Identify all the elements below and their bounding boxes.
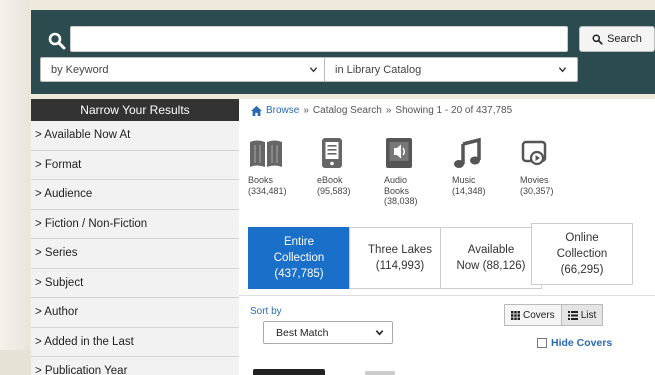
format-books-label: Books bbox=[248, 175, 274, 185]
sidebar-item-publication-year[interactable]: > Publication Year bbox=[31, 357, 239, 375]
tab-entire-line1: Entire bbox=[283, 236, 315, 248]
hide-covers-label: Hide Covers bbox=[551, 337, 613, 349]
music-icon bbox=[454, 137, 481, 168]
chevron-down-icon bbox=[558, 67, 567, 73]
format-movies-label: Movies bbox=[520, 175, 549, 185]
covers-view-label: Covers bbox=[523, 309, 555, 321]
tab-online-line3: (66,295) bbox=[560, 264, 604, 276]
breadcrumb-separator: » bbox=[303, 105, 309, 116]
list-view-button[interactable]: List bbox=[561, 304, 604, 326]
tab-online-collection[interactable]: Online Collection (66,295) bbox=[531, 223, 633, 285]
sidebar-item-audience[interactable]: > Audience bbox=[31, 180, 239, 210]
list-icon bbox=[567, 310, 578, 320]
home-icon bbox=[251, 105, 262, 116]
tab-available-line1: Available bbox=[467, 244, 515, 256]
format-audio-books-label: Audio Books bbox=[384, 175, 410, 196]
format-movies-count: (30,357) bbox=[520, 185, 554, 196]
result-cover-thumbnail bbox=[253, 369, 325, 375]
format-movies[interactable]: Movies (30,357) bbox=[520, 137, 580, 196]
sidebar-title: Narrow Your Results bbox=[31, 99, 239, 121]
tab-entire-line3: (437,785) bbox=[274, 268, 324, 280]
breadcrumb-browse-link[interactable]: Browse bbox=[266, 105, 299, 116]
left-margin-bottom bbox=[0, 350, 31, 375]
sort-select[interactable]: Best Match bbox=[263, 321, 393, 344]
search-button-label: Search bbox=[607, 33, 642, 45]
format-audio-books-count: (38,038) bbox=[384, 196, 418, 206]
tab-three-lakes-line2: (114,993) bbox=[375, 260, 425, 272]
sidebar-item-fiction-nonfiction[interactable]: > Fiction / Non-Fiction bbox=[31, 210, 239, 239]
search-button[interactable]: Search bbox=[579, 26, 655, 52]
format-filters: Books (334,481) eBook (95,583) Audio Boo… bbox=[239, 137, 655, 217]
movie-icon bbox=[521, 140, 547, 166]
sort-by-label: Sort by bbox=[250, 306, 282, 317]
search-input[interactable] bbox=[70, 26, 568, 52]
keyword-type-select[interactable]: by Keyword bbox=[40, 57, 329, 82]
keyword-type-value: by Keyword bbox=[51, 63, 109, 76]
tab-three-lakes[interactable]: Three Lakes (114,993) bbox=[349, 227, 451, 289]
tab-entire-collection[interactable]: Entire Collection (437,785) bbox=[248, 227, 350, 289]
results-count: Showing 1 - 20 of 437,785 bbox=[395, 105, 513, 116]
ebook-icon bbox=[322, 138, 342, 168]
tab-entire-line2: Collection bbox=[273, 252, 325, 264]
result-stub bbox=[365, 371, 395, 375]
breadcrumb-search[interactable]: Catalog Search bbox=[313, 105, 382, 116]
sidebar-item-author[interactable]: > Author bbox=[31, 298, 239, 328]
format-ebook-count: (95,583) bbox=[317, 185, 351, 196]
chevron-down-icon bbox=[309, 67, 318, 73]
format-ebook-label: eBook bbox=[317, 175, 343, 185]
hide-covers-checkbox[interactable] bbox=[537, 338, 547, 348]
format-books[interactable]: Books (334,481) bbox=[248, 137, 308, 196]
breadcrumb: Browse » Catalog Search » Showing 1 - 20… bbox=[251, 105, 512, 116]
results-main: Browse » Catalog Search » Showing 1 - 20… bbox=[239, 99, 655, 375]
catalog-page: Search by Keyword in Library Catalog Nar… bbox=[0, 0, 655, 375]
chevron-down-icon bbox=[375, 330, 384, 336]
sidebar-item-format[interactable]: > Format bbox=[31, 151, 239, 180]
grid-icon bbox=[511, 310, 520, 320]
sidebar-item-added-in-last[interactable]: > Added in the Last bbox=[31, 328, 239, 357]
tab-online-line2: Collection bbox=[556, 248, 608, 260]
search-scope-select[interactable]: in Library Catalog bbox=[324, 57, 578, 82]
search-header: Search by Keyword in Library Catalog bbox=[31, 10, 655, 94]
divider bbox=[239, 295, 655, 296]
search-scope-value: in Library Catalog bbox=[335, 63, 422, 76]
covers-view-button[interactable]: Covers bbox=[504, 304, 562, 326]
tab-available-now[interactable]: Available Now (88,126) bbox=[440, 227, 542, 289]
sort-select-value: Best Match bbox=[276, 326, 329, 339]
format-audio-books[interactable]: Audio Books (38,038) bbox=[384, 137, 444, 207]
sidebar-item-available-now[interactable]: > Available Now At bbox=[31, 121, 239, 151]
format-books-count: (334,481) bbox=[248, 185, 287, 196]
format-music-label: Music bbox=[452, 175, 476, 185]
format-music-count: (14,348) bbox=[452, 185, 486, 196]
sidebar-item-series[interactable]: > Series bbox=[31, 239, 239, 269]
left-margin bbox=[0, 0, 30, 375]
search-icon bbox=[48, 32, 66, 50]
sidebar-item-subject[interactable]: > Subject bbox=[31, 269, 239, 298]
format-ebook[interactable]: eBook (95,583) bbox=[317, 137, 377, 196]
view-toggle: Covers List bbox=[504, 304, 604, 326]
facet-sidebar: Narrow Your Results > Available Now At >… bbox=[31, 99, 239, 375]
hide-covers-toggle[interactable]: Hide Covers bbox=[537, 337, 612, 349]
audiobook-icon bbox=[386, 138, 412, 168]
list-view-label: List bbox=[580, 309, 597, 321]
format-music[interactable]: Music (14,348) bbox=[452, 137, 512, 196]
book-icon bbox=[250, 140, 282, 167]
breadcrumb-separator: » bbox=[385, 105, 392, 116]
tab-online-line1: Online bbox=[565, 232, 599, 244]
tab-three-lakes-line1: Three Lakes bbox=[368, 244, 432, 256]
search-button-icon bbox=[592, 33, 603, 45]
tab-available-line2: Now (88,126) bbox=[456, 260, 526, 272]
